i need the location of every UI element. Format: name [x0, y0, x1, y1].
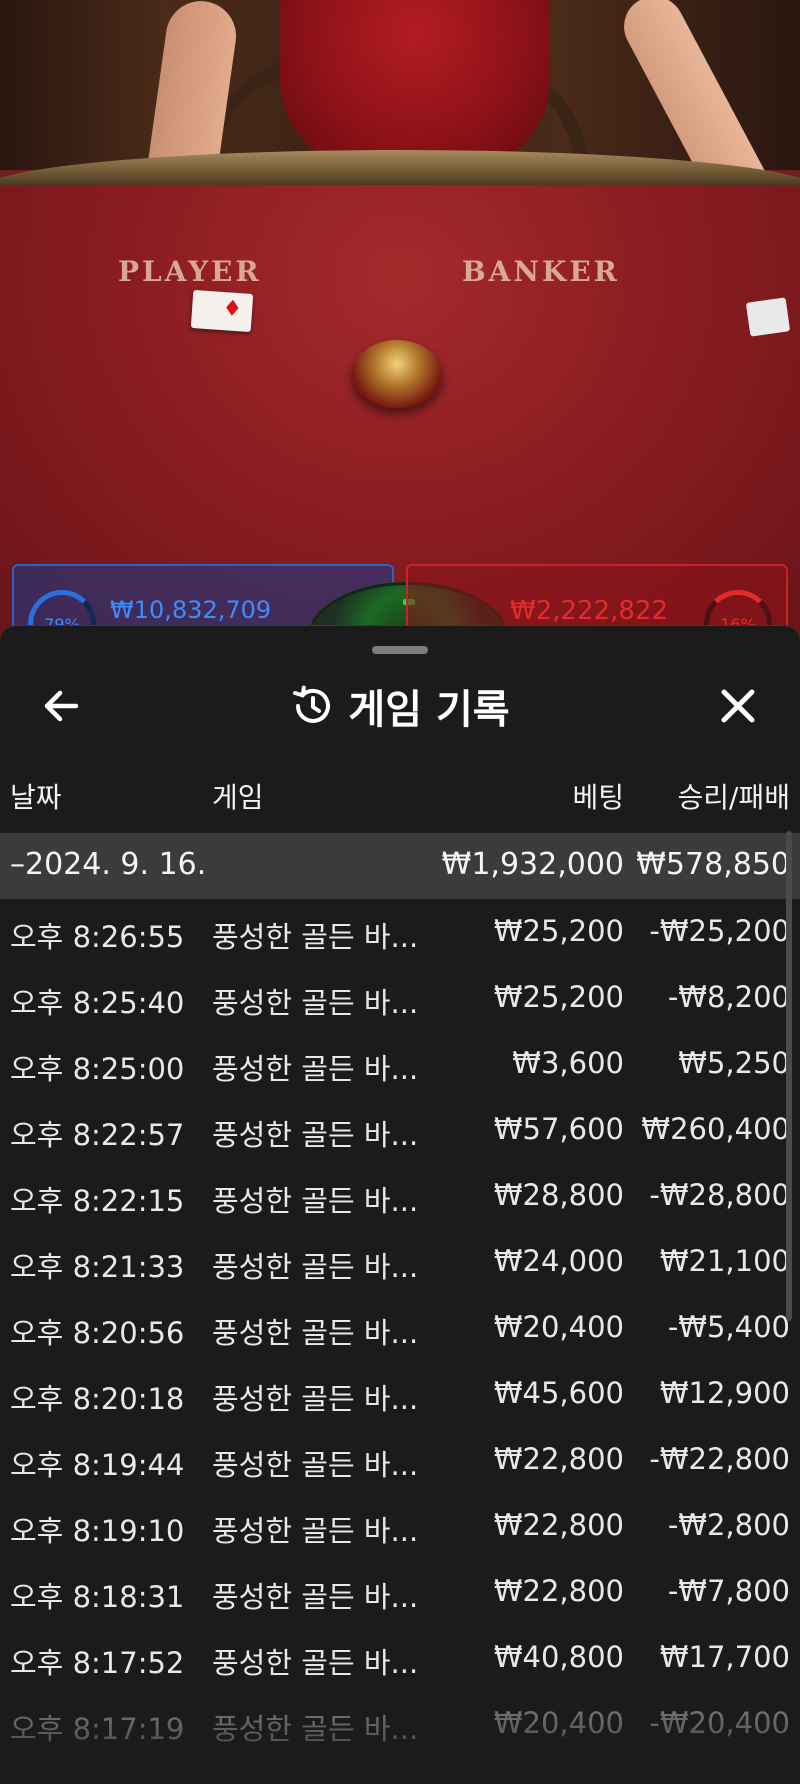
date-group-row[interactable]: –2024. 9. 16. ₩1,932,000 ₩578,850 — [0, 833, 800, 899]
column-header-bet: 베팅 — [572, 781, 624, 814]
table-row[interactable]: 오후 8:19:10 풍성한 골든 바... ₩22,800 -₩2,800 — [0, 1493, 800, 1559]
row-bet: ₩22,800 — [493, 1574, 624, 1608]
row-game: 풍성한 골든 바... — [212, 1580, 419, 1614]
row-game: 풍성한 골든 바... — [212, 1646, 419, 1680]
group-total-winloss: ₩578,850 — [636, 847, 790, 882]
sheet-title-group: 게임 기록 — [0, 670, 800, 742]
table-row[interactable]: 오후 8:22:57 풍성한 골든 바... ₩57,600 ₩260,400 — [0, 1097, 800, 1163]
playing-card — [190, 289, 254, 333]
row-winloss: -₩22,800 — [649, 1442, 790, 1476]
row-bet: ₩45,600 — [493, 1376, 624, 1410]
row-winloss: -₩2,800 — [667, 1508, 790, 1542]
playing-card-right — [745, 297, 791, 337]
row-bet: ₩25,200 — [493, 914, 624, 948]
row-time: 오후 8:25:40 — [10, 986, 185, 1020]
scrollbar[interactable] — [786, 831, 792, 1321]
table-row[interactable]: 오후 8:25:00 풍성한 골든 바... ₩3,600 ₩5,250 — [0, 1031, 800, 1097]
row-time: 오후 8:25:00 — [10, 1052, 185, 1086]
column-header-game: 게임 — [212, 781, 264, 814]
table-row[interactable]: 오후 8:25:40 풍성한 골든 바... ₩25,200 -₩8,200 — [0, 965, 800, 1031]
row-game: 풍성한 골든 바... — [212, 1448, 419, 1482]
history-table: 날짜 게임 베팅 승리/패배 –2024. 9. 16. ₩1,932,000 … — [0, 766, 800, 1757]
table-row[interactable]: 오후 8:17:52 풍성한 골든 바... ₩40,800 ₩17,700 — [0, 1625, 800, 1691]
banker-stat-panel: ₩2,222,822 16% — [406, 564, 788, 640]
group-date: –2024. 9. 16. — [10, 847, 207, 882]
row-time: 오후 8:19:44 — [10, 1448, 185, 1482]
row-winloss: ₩260,400 — [641, 1112, 790, 1146]
player-felt-label: PLAYER — [118, 255, 262, 288]
row-bet: ₩20,400 — [493, 1310, 624, 1344]
row-winloss: ₩5,250 — [678, 1046, 790, 1080]
page-title: 게임 기록 — [348, 687, 510, 733]
row-bet: ₩40,800 — [493, 1640, 624, 1674]
row-bet: ₩57,600 — [493, 1112, 624, 1146]
row-winloss: -₩8,200 — [667, 980, 790, 1014]
table-row[interactable]: 오후 8:26:55 풍성한 골든 바... ₩25,200 -₩25,200 — [0, 899, 800, 965]
row-time: 오후 8:19:10 — [10, 1514, 185, 1548]
row-time: 오후 8:17:52 — [10, 1646, 185, 1680]
table-row[interactable]: 오후 8:20:18 풍성한 골든 바... ₩45,600 ₩12,900 — [0, 1361, 800, 1427]
row-winloss: ₩21,100 — [659, 1244, 790, 1278]
row-time: 오후 8:26:55 — [10, 920, 185, 954]
row-time: 오후 8:20:56 — [10, 1316, 185, 1350]
table-row[interactable]: 오후 8:22:15 풍성한 골든 바... ₩28,800 -₩28,800 — [0, 1163, 800, 1229]
row-winloss: -₩7,800 — [667, 1574, 790, 1608]
history-icon — [293, 685, 331, 723]
row-winloss: ₩12,900 — [659, 1376, 790, 1410]
row-bet: ₩22,800 — [493, 1442, 624, 1476]
row-time: 오후 8:20:18 — [10, 1382, 185, 1416]
column-header-date: 날짜 — [10, 781, 62, 814]
row-game: 풍성한 골든 바... — [212, 1118, 419, 1152]
row-time: 오후 8:22:15 — [10, 1184, 185, 1218]
row-game: 풍성한 골든 바... — [212, 1712, 419, 1746]
row-game: 풍성한 골든 바... — [212, 1382, 419, 1416]
row-game: 풍성한 골든 바... — [212, 1316, 419, 1350]
game-history-sheet: 게임 기록 날짜 게임 베팅 승리/패배 –2024. 9. 16. ₩1,93… — [0, 625, 800, 1784]
sheet-header: 게임 기록 — [0, 670, 800, 742]
row-winloss: -₩28,800 — [649, 1178, 790, 1212]
row-time: 오후 8:21:33 — [10, 1250, 185, 1284]
history-rows: 오후 8:26:55 풍성한 골든 바... ₩25,200 -₩25,200 … — [0, 899, 800, 1757]
dealer — [280, 0, 550, 170]
row-game: 풍성한 골든 바... — [212, 1250, 419, 1284]
card-shoe — [352, 340, 442, 408]
row-winloss: -₩20,400 — [649, 1706, 790, 1740]
player-total-amount: ₩10,832,709 — [110, 596, 272, 624]
table-row[interactable]: 오후 8:17:19 풍성한 골든 바... ₩20,400 -₩20,400 — [0, 1691, 800, 1757]
row-game: 풍성한 골든 바... — [212, 1514, 419, 1548]
table-row[interactable]: 오후 8:18:31 풍성한 골든 바... ₩22,800 -₩7,800 — [0, 1559, 800, 1625]
row-bet: ₩3,600 — [512, 1046, 624, 1080]
table-row[interactable]: 오후 8:20:56 풍성한 골든 바... ₩20,400 -₩5,400 — [0, 1295, 800, 1361]
row-winloss: -₩25,200 — [649, 914, 790, 948]
table-row[interactable]: 오후 8:21:33 풍성한 골든 바... ₩24,000 ₩21,100 — [0, 1229, 800, 1295]
close-button[interactable] — [710, 678, 766, 734]
row-winloss: ₩17,700 — [659, 1640, 790, 1674]
row-game: 풍성한 골든 바... — [212, 920, 419, 954]
live-video-background: PLAYER BANKER 79% ₩10,832,709 ₩2,222,822… — [0, 0, 800, 640]
row-winloss: -₩5,400 — [667, 1310, 790, 1344]
table-row[interactable]: 오후 8:19:44 풍성한 골든 바... ₩22,800 -₩22,800 — [0, 1427, 800, 1493]
row-time: 오후 8:18:31 — [10, 1580, 185, 1614]
row-bet: ₩22,800 — [493, 1508, 624, 1542]
banker-total-amount: ₩2,222,822 — [510, 596, 669, 626]
row-bet: ₩20,400 — [493, 1706, 624, 1740]
row-game: 풍성한 골든 바... — [212, 1184, 419, 1218]
row-bet: ₩24,000 — [493, 1244, 624, 1278]
row-bet: ₩28,800 — [493, 1178, 624, 1212]
close-icon — [721, 689, 755, 723]
row-game: 풍성한 골든 바... — [212, 1052, 419, 1086]
row-bet: ₩25,200 — [493, 980, 624, 1014]
row-time: 오후 8:22:57 — [10, 1118, 185, 1152]
row-game: 풍성한 골든 바... — [212, 986, 419, 1020]
table-header-row: 날짜 게임 베팅 승리/패배 — [0, 766, 800, 826]
banker-felt-label: BANKER — [462, 255, 620, 288]
column-header-winloss: 승리/패배 — [677, 781, 790, 814]
bet-stats-bar: 79% ₩10,832,709 ₩2,222,822 16% — [12, 564, 788, 640]
sheet-drag-handle[interactable] — [372, 646, 428, 654]
row-time: 오후 8:17:19 — [10, 1712, 185, 1746]
group-total-bet: ₩1,932,000 — [441, 847, 624, 882]
